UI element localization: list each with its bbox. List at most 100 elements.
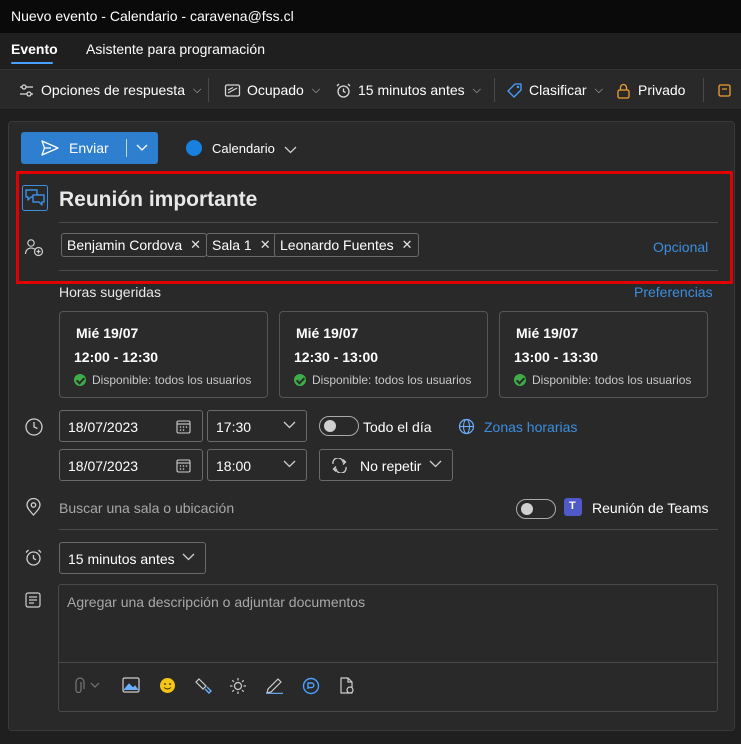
check-circle-icon xyxy=(514,374,526,386)
attach-icon[interactable] xyxy=(74,677,102,694)
image-icon[interactable] xyxy=(122,677,140,693)
show-as-label: Ocupado xyxy=(247,82,304,98)
slot-availability: Disponible: todos los usuarios xyxy=(92,373,252,387)
start-time-value: 17:30 xyxy=(216,419,252,435)
chevron-down-icon xyxy=(182,553,195,561)
slot-availability: Disponible: todos los usuarios xyxy=(312,373,472,387)
categorize-label: Clasificar xyxy=(529,82,587,98)
reminder-value: 15 minutos antes xyxy=(68,551,175,567)
chevron-down-icon: ⌵ xyxy=(472,83,481,96)
remove-attendee-icon[interactable]: ✕ xyxy=(190,237,201,253)
slot-time: 12:00 - 12:30 xyxy=(74,349,159,365)
ribbon-divider xyxy=(703,78,704,102)
lock-icon xyxy=(617,83,630,99)
teams-icon: T xyxy=(564,498,582,516)
reminder-dropdown[interactable]: 15 minutos antes xyxy=(59,542,206,574)
send-label: Enviar xyxy=(69,140,109,156)
window-title: Nuevo evento - Calendario - caravena@fss… xyxy=(11,8,294,24)
private-label: Privado xyxy=(638,82,686,98)
toggle-knob xyxy=(521,503,533,515)
busy-status-icon xyxy=(224,83,241,97)
suggested-times-heading: Horas sugeridas xyxy=(59,284,161,300)
private-toggle-button[interactable]: Privado xyxy=(615,70,685,110)
response-options-button[interactable]: Opciones de respuesta ⌵ xyxy=(18,70,201,110)
chat-bubbles-icon xyxy=(22,185,48,211)
slot-day: Mié 19/07 xyxy=(516,325,579,341)
response-options-label: Opciones de respuesta xyxy=(41,82,185,98)
ribbon-divider xyxy=(494,78,495,102)
end-time-dropdown[interactable]: 18:00 xyxy=(207,449,307,481)
tag-icon xyxy=(507,82,522,98)
preferences-link[interactable]: Preferencias xyxy=(634,284,713,300)
calendar-picker-label[interactable]: Calendario xyxy=(212,141,275,156)
slot-day: Mié 19/07 xyxy=(76,325,139,341)
viva-insights-icon[interactable] xyxy=(302,677,320,695)
reminder-dropdown[interactable]: 15 minutos antes ⌵ xyxy=(335,70,481,110)
description-toolbar xyxy=(59,662,717,711)
chevron-down-icon: ⌵ xyxy=(192,83,202,96)
attendee-chip[interactable]: Sala 1 ✕ xyxy=(206,233,277,257)
notes-icon xyxy=(25,592,41,608)
suggested-time-card[interactable]: Mié 19/07 12:00 - 12:30 Disponible: todo… xyxy=(59,311,268,398)
emoji-icon[interactable] xyxy=(159,677,176,694)
format-painter-icon[interactable] xyxy=(195,677,213,694)
slot-day: Mié 19/07 xyxy=(296,325,359,341)
window-title-bar: Nuevo evento - Calendario - caravena@fss… xyxy=(0,0,741,33)
ribbon-divider xyxy=(208,78,209,102)
more-actions-icon xyxy=(718,83,731,97)
attendee-name: Leonardo Fuentes xyxy=(280,237,394,253)
chevron-down-icon xyxy=(429,460,442,468)
end-time-value: 18:00 xyxy=(216,458,252,474)
slot-time: 13:00 - 13:30 xyxy=(514,349,599,365)
brightness-icon[interactable] xyxy=(229,677,247,695)
check-circle-icon xyxy=(74,374,86,386)
chevron-down-icon: ⌵ xyxy=(594,83,603,96)
repeat-dropdown[interactable]: No repetir xyxy=(319,449,453,481)
toggle-knob xyxy=(324,420,336,432)
split-divider xyxy=(126,139,127,157)
more-options-button[interactable] xyxy=(717,70,734,110)
ribbon-toolbar: Opciones de respuesta ⌵ Ocupado ⌵ 15 min… xyxy=(0,69,741,110)
alarm-clock-icon xyxy=(336,83,351,98)
all-day-toggle[interactable] xyxy=(319,416,359,436)
reminder-label: 15 minutos antes xyxy=(358,82,465,98)
event-title-input[interactable]: Reunión importante xyxy=(59,188,257,212)
document-sync-icon[interactable] xyxy=(338,677,355,695)
start-date-value: 18/07/2023 xyxy=(68,419,139,435)
chevron-down-icon[interactable] xyxy=(136,144,148,152)
suggested-time-card[interactable]: Mié 19/07 13:00 - 13:30 Disponible: todo… xyxy=(499,311,708,398)
globe-icon xyxy=(458,418,475,435)
suggested-time-card[interactable]: Mié 19/07 12:30 - 13:00 Disponible: todo… xyxy=(279,311,488,398)
teams-meeting-label: Reunión de Teams xyxy=(592,500,709,516)
send-button[interactable]: Enviar xyxy=(21,132,158,164)
attendee-chip[interactable]: Benjamin Cordova ✕ xyxy=(61,233,208,257)
attendees-underline xyxy=(59,270,718,271)
teams-meeting-toggle[interactable] xyxy=(516,499,556,519)
repeat-value: No repetir xyxy=(360,458,422,474)
optional-attendees-link[interactable]: Opcional xyxy=(653,239,708,255)
location-search-input[interactable]: Buscar una sala o ubicación xyxy=(59,500,234,516)
tab-evento[interactable]: Evento xyxy=(11,41,58,57)
chevron-down-icon: ⌵ xyxy=(311,83,321,96)
show-as-dropdown[interactable]: Ocupado ⌵ xyxy=(224,70,320,110)
end-date-value: 18/07/2023 xyxy=(68,458,139,474)
start-date-picker[interactable]: 18/07/2023 xyxy=(59,410,203,442)
categorize-dropdown[interactable]: Clasificar ⌵ xyxy=(506,70,603,110)
end-date-picker[interactable]: 18/07/2023 xyxy=(59,449,203,481)
clock-icon xyxy=(25,418,43,436)
tab-scheduling-assistant[interactable]: Asistente para programación xyxy=(86,41,265,57)
tab-strip: Evento Asistente para programación xyxy=(0,33,741,69)
remove-attendee-icon[interactable]: ✕ xyxy=(402,237,413,253)
calendar-icon xyxy=(176,420,191,434)
remove-attendee-icon[interactable]: ✕ xyxy=(260,237,271,253)
response-options-icon xyxy=(20,83,33,97)
chevron-down-icon[interactable] xyxy=(284,146,297,154)
attendee-name: Benjamin Cordova xyxy=(67,237,183,253)
start-time-dropdown[interactable]: 17:30 xyxy=(207,410,307,442)
repeat-icon xyxy=(332,458,347,473)
alarm-clock-icon xyxy=(25,549,42,566)
attendee-chip[interactable]: Leonardo Fuentes ✕ xyxy=(274,233,419,257)
calendar-color-dot xyxy=(186,140,202,156)
timezones-link[interactable]: Zonas horarias xyxy=(484,419,577,435)
signature-pen-icon[interactable] xyxy=(265,677,284,694)
